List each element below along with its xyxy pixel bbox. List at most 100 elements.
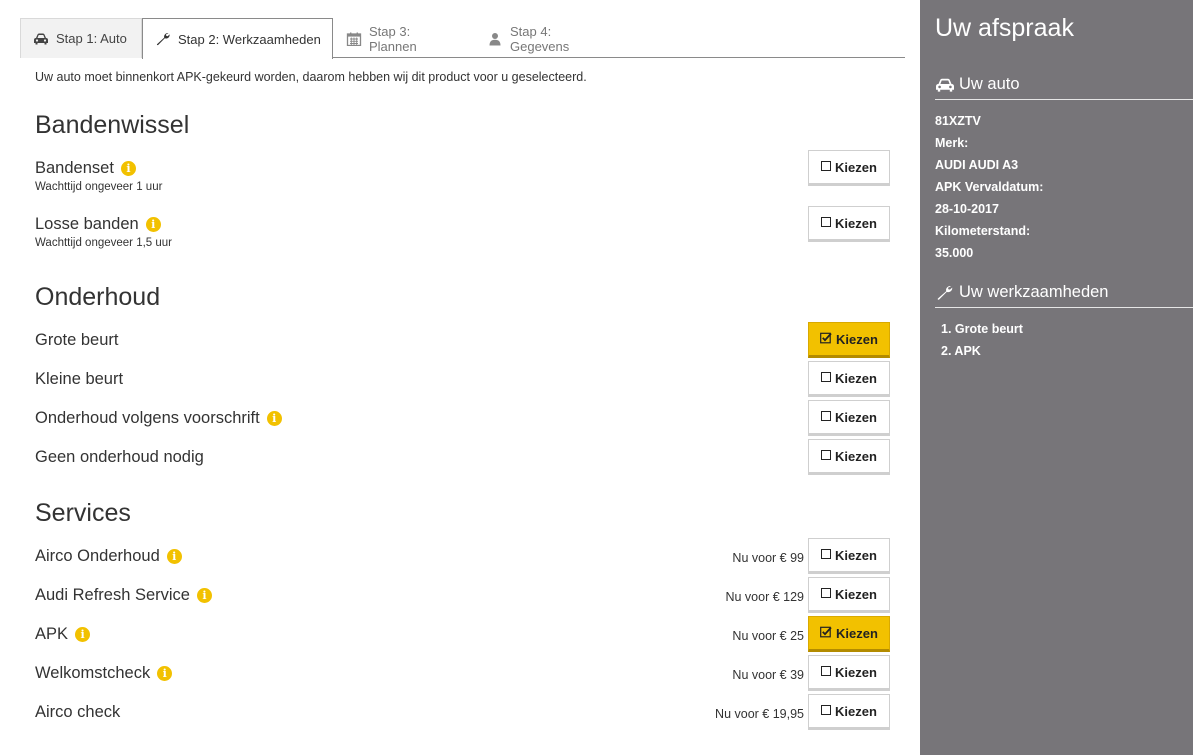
- kiezen-button-losse-banden[interactable]: Kiezen: [808, 206, 890, 242]
- button-label: Kiezen: [835, 547, 877, 563]
- item-label: Kleine beurt: [35, 370, 124, 388]
- car-icon: [935, 77, 955, 93]
- list-item: Onderhoud volgens voorschrift i Kiezen: [35, 400, 890, 436]
- checkbox-icon: [821, 450, 832, 460]
- info-icon[interactable]: i: [157, 666, 173, 681]
- checkbox-icon: [821, 217, 832, 227]
- info-icon[interactable]: i: [120, 161, 136, 176]
- kiezen-button-apk[interactable]: Kiezen: [808, 616, 890, 652]
- button-label: Kiezen: [835, 159, 877, 175]
- kiezen-button-kleine-beurt[interactable]: Kiezen: [808, 361, 890, 397]
- price-text: Nu voor € 25: [732, 629, 804, 643]
- user-icon: [487, 32, 503, 46]
- car-icon: [33, 32, 49, 46]
- list-item: Kleine beurt Kiezen: [35, 361, 890, 397]
- kiezen-button-geen-onderhoud[interactable]: Kiezen: [808, 439, 890, 475]
- tab-label: Stap 4: Gegevens: [510, 23, 570, 54]
- info-icon[interactable]: i: [266, 411, 282, 426]
- item-subtext: Wachttijd ongeveer 1 uur: [35, 181, 163, 193]
- kiezen-button-grote-beurt[interactable]: Kiezen: [808, 322, 890, 358]
- item-label: Bandenset: [35, 159, 114, 177]
- list-item: Airco Onderhoud i Nu voor € 99 Kiezen: [35, 538, 890, 574]
- button-label: Kiezen: [836, 331, 878, 347]
- button-label: Kiezen: [835, 370, 877, 386]
- tab-stap-1-auto[interactable]: Stap 1: Auto: [20, 18, 142, 58]
- work-heading: Uw werkzaamheden: [935, 282, 1193, 308]
- price-text: Nu voor € 19,95: [715, 707, 804, 721]
- checkbox-icon: [821, 372, 832, 382]
- checkbox-icon: [821, 549, 832, 559]
- button-label: Kiezen: [835, 448, 877, 464]
- button-label: Kiezen: [835, 215, 877, 231]
- wrench-icon: [935, 285, 955, 301]
- checked-checkbox-icon: [820, 626, 832, 638]
- kiezen-button-airco-onderhoud[interactable]: Kiezen: [808, 538, 890, 574]
- item-label: Grote beurt: [35, 331, 119, 349]
- appointment-sidebar: Uw afspraak Uw auto 81XZTV Merk: AUDI AU…: [920, 0, 1193, 755]
- button-label: Kiezen: [835, 586, 877, 602]
- work-item: 2. APK: [941, 344, 981, 358]
- apk-value: 28-10-2017: [935, 202, 999, 216]
- merk-label: Merk:: [935, 136, 969, 150]
- kiezen-button-bandenset[interactable]: Kiezen: [808, 150, 890, 186]
- checkbox-icon: [821, 666, 832, 676]
- button-label: Kiezen: [835, 664, 877, 680]
- item-subtext: Wachttijd ongeveer 1,5 uur: [35, 237, 173, 249]
- tab-label: Stap 3: Plannen: [369, 23, 417, 54]
- calendar-icon: [346, 32, 362, 46]
- item-label: Onderhoud volgens voorschrift: [35, 409, 260, 427]
- apk-label: APK Vervaldatum:: [935, 180, 1044, 194]
- kiezen-button-audi-refresh-service[interactable]: Kiezen: [808, 577, 890, 613]
- tab-label: Stap 1: Auto: [56, 31, 127, 46]
- tab-label: Stap 2: Werkzaamheden: [178, 31, 321, 47]
- kiezen-button-airco-check[interactable]: Kiezen: [808, 694, 890, 730]
- kiezen-button-onderhoud-volgens-voorschrift[interactable]: Kiezen: [808, 400, 890, 436]
- section-title-bandenwissel: Bandenwissel: [35, 111, 190, 139]
- list-item: Bandenset i Wachttijd ongeveer 1 uur Kiez…: [35, 150, 890, 199]
- checkbox-icon: [821, 705, 832, 715]
- section-title-onderhoud: Onderhoud: [35, 283, 161, 311]
- info-icon[interactable]: i: [197, 588, 212, 603]
- section-title-services: Services: [35, 499, 131, 527]
- item-label: Audi Refresh Service: [35, 586, 190, 604]
- wrench-icon: [155, 32, 171, 46]
- work-heading-label: Uw werkzaamheden: [959, 283, 1109, 301]
- license-plate: 81XZTV: [935, 114, 981, 128]
- info-icon[interactable]: i: [75, 627, 91, 642]
- car-heading: Uw auto: [935, 74, 1193, 100]
- item-label: Airco check: [35, 703, 121, 721]
- km-value: 35.000: [935, 246, 974, 260]
- sidebar-title: Uw afspraak: [935, 14, 1074, 42]
- step-tabs: Stap 1: Auto Stap 2: Werkzaamheden Stap …: [20, 18, 905, 59]
- checkbox-icon: [821, 161, 832, 171]
- list-item: Losse banden i Wachttijd ongeveer 1,5 uur…: [35, 206, 890, 255]
- button-label: Kiezen: [835, 409, 877, 425]
- price-text: Nu voor € 129: [725, 590, 804, 604]
- item-label: Airco Onderhoud: [35, 547, 160, 565]
- merk-value: AUDI AUDI A3: [935, 158, 1019, 172]
- price-text: Nu voor € 39: [732, 668, 804, 682]
- info-icon[interactable]: i: [166, 549, 182, 564]
- intro-text: Uw auto moet binnenkort APK-gekeurd word…: [35, 70, 587, 84]
- item-label: Geen onderhoud nodig: [35, 448, 204, 466]
- button-label: Kiezen: [835, 703, 877, 719]
- tab-stap-3-plannen[interactable]: Stap 3: Plannen: [333, 18, 461, 58]
- tab-stap-4-gegevens[interactable]: Stap 4: Gegevens: [474, 18, 614, 58]
- list-item: Geen onderhoud nodig Kiezen: [35, 439, 890, 475]
- main-panel: Stap 1: Auto Stap 2: Werkzaamheden Stap …: [20, 0, 905, 755]
- list-item: Welkomstcheck i Nu voor € 39 Kiezen: [35, 655, 890, 691]
- tab-stap-2-werkzaamheden[interactable]: Stap 2: Werkzaamheden: [142, 18, 333, 59]
- list-item: APK i Nu voor € 25 Kiezen: [35, 616, 890, 652]
- item-label: APK: [35, 625, 69, 643]
- checked-checkbox-icon: [820, 332, 832, 344]
- item-label: Losse banden: [35, 215, 139, 233]
- car-heading-label: Uw auto: [959, 75, 1020, 93]
- info-icon[interactable]: i: [145, 217, 161, 232]
- list-item: Grote beurt Kiezen: [35, 322, 890, 358]
- km-label: Kilometerstand:: [935, 224, 1031, 238]
- item-label: Welkomstcheck: [35, 664, 151, 682]
- list-item: Airco check Nu voor € 19,95 Kiezen: [35, 694, 890, 730]
- kiezen-button-welkomstcheck[interactable]: Kiezen: [808, 655, 890, 691]
- checkbox-icon: [821, 411, 832, 421]
- work-item: 1. Grote beurt: [941, 322, 1023, 336]
